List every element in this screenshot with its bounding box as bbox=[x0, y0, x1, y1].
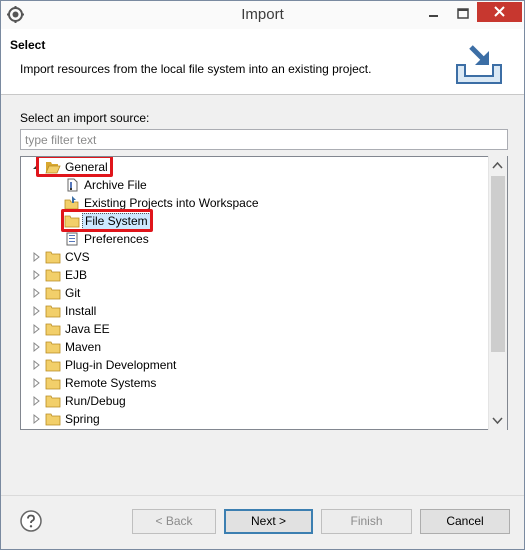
tree-item-label: Spring bbox=[65, 412, 100, 426]
tree-item-plugin-development[interactable]: Plug-in Development bbox=[21, 356, 507, 374]
expand-arrow-icon bbox=[33, 359, 40, 371]
folder-icon bbox=[45, 323, 61, 336]
tree-item-spring[interactable]: Spring bbox=[21, 410, 507, 428]
folder-icon bbox=[45, 395, 61, 408]
next-button[interactable]: Next > bbox=[224, 509, 313, 534]
expand-arrow-icon bbox=[33, 251, 40, 263]
tree-item-label: Maven bbox=[65, 340, 102, 354]
file-system-highlight-box bbox=[61, 209, 153, 232]
tree-item-maven[interactable]: Maven bbox=[21, 338, 507, 356]
tree-item-label: Preferences bbox=[84, 232, 149, 246]
tree-item-label: Java EE bbox=[65, 322, 110, 336]
folder-icon bbox=[45, 287, 61, 300]
scroll-down-icon[interactable] bbox=[489, 412, 506, 429]
expand-arrow-icon bbox=[33, 287, 40, 299]
archive-file-icon bbox=[67, 178, 78, 192]
help-icon[interactable] bbox=[19, 509, 43, 533]
finish-button[interactable]: Finish bbox=[321, 509, 412, 534]
tree-item-archive-file[interactable]: Archive File bbox=[21, 176, 507, 194]
folder-icon bbox=[45, 377, 61, 390]
folder-icon bbox=[45, 413, 61, 426]
page-title: Select bbox=[10, 38, 46, 52]
tree-item-ejb[interactable]: EJB bbox=[21, 266, 507, 284]
folder-icon bbox=[45, 305, 61, 318]
expand-arrow-icon bbox=[33, 341, 40, 353]
expand-arrow-icon bbox=[33, 377, 40, 389]
general-highlight-box bbox=[36, 157, 113, 177]
tree-item-label: Install bbox=[65, 304, 97, 318]
tree-item-label: Remote Systems bbox=[65, 376, 157, 390]
tree-item-label: CVS bbox=[65, 250, 90, 264]
folder-icon bbox=[45, 359, 61, 372]
title-bar: Import bbox=[1, 1, 524, 29]
tree-item-label: Plug-in Development bbox=[65, 358, 177, 372]
tree-item-label: EJB bbox=[65, 268, 88, 282]
tree-item-run-debug[interactable]: Run/Debug bbox=[21, 392, 507, 410]
expand-arrow-icon bbox=[33, 323, 40, 335]
import-source-label: Select an import source: bbox=[20, 111, 150, 125]
tree-item-install[interactable]: Install bbox=[21, 302, 507, 320]
tree-scrollbar[interactable] bbox=[488, 156, 507, 430]
tree-item-remote-systems[interactable]: Remote Systems bbox=[21, 374, 507, 392]
scroll-thumb[interactable] bbox=[491, 176, 505, 352]
folder-icon bbox=[45, 341, 61, 354]
scroll-up-icon[interactable] bbox=[489, 157, 506, 174]
minimize-button[interactable] bbox=[419, 1, 449, 27]
footer-separator bbox=[1, 495, 524, 496]
back-button[interactable]: < Back bbox=[132, 509, 216, 534]
cancel-button[interactable]: Cancel bbox=[420, 509, 510, 534]
tree-item-label: Git bbox=[65, 286, 81, 300]
filter-input[interactable] bbox=[20, 129, 508, 150]
page-description: Import resources from the local file sys… bbox=[20, 62, 372, 76]
tree-item-label: Run/Debug bbox=[65, 394, 126, 408]
maximize-button[interactable] bbox=[449, 1, 477, 27]
tree-item-preferences[interactable]: Preferences bbox=[21, 230, 507, 248]
import-dialog: Import Select Import resources from the … bbox=[0, 0, 525, 550]
import-source-tree[interactable]: General Archive File Existing Projects i… bbox=[20, 156, 508, 430]
tree-item-java-ee[interactable]: Java EE bbox=[21, 320, 507, 338]
maximize-icon bbox=[457, 8, 469, 19]
close-icon bbox=[494, 6, 505, 17]
expand-arrow-icon bbox=[33, 413, 40, 425]
tree-item-cvs[interactable]: CVS bbox=[21, 248, 507, 266]
expand-arrow-icon bbox=[33, 269, 40, 281]
folder-icon bbox=[45, 269, 61, 282]
import-wizard-icon bbox=[456, 45, 502, 84]
expand-arrow-icon bbox=[33, 395, 40, 407]
wizard-header: Select Import resources from the local f… bbox=[1, 29, 524, 95]
close-button[interactable] bbox=[477, 2, 522, 22]
preferences-icon bbox=[66, 232, 78, 246]
expand-arrow-icon bbox=[33, 305, 40, 317]
folder-icon bbox=[45, 251, 61, 264]
tree-item-label: Archive File bbox=[84, 178, 147, 192]
tree-item-git[interactable]: Git bbox=[21, 284, 507, 302]
minimize-icon bbox=[429, 15, 438, 17]
